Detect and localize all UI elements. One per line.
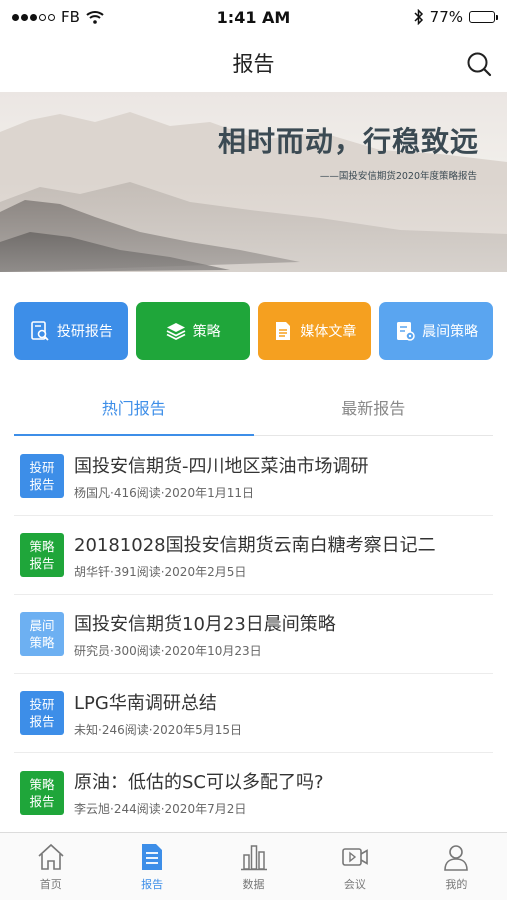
promo-banner[interactable]: 相时而动，行稳致远 ——国投安信期货2020年度策略报告 — [0, 92, 507, 272]
tabbar-reports[interactable]: 报告 — [101, 833, 202, 900]
layers-icon — [166, 323, 186, 341]
report-title: 国投安信期货-四川地区菜油市场调研 — [74, 455, 369, 477]
list-item[interactable]: 投研 报告 国投安信期货-四川地区菜油市场调研 杨国凡·416阅读·2020年1… — [14, 437, 493, 516]
search-icon[interactable] — [465, 50, 493, 78]
report-meta: 李云旭·244阅读·2020年7月2日 — [74, 802, 247, 816]
report-title: 20181028国投安信期货云南白糖考察日记二 — [74, 534, 436, 556]
tabbar-meetings[interactable]: 会议 — [304, 833, 405, 900]
badge-line: 报告 — [29, 793, 55, 809]
badge-line: 投研 — [29, 460, 55, 475]
category-label: 晨间策略 — [422, 324, 479, 340]
category-label: 投研报告 — [56, 324, 113, 340]
tabbar-data[interactable]: 数据 — [203, 833, 304, 900]
nav-bar: 报告 — [0, 34, 507, 92]
category-buttons: 投研报告 策略 媒体文章 晨间策略 — [14, 302, 493, 360]
tabbar-label: 首页 — [39, 877, 62, 891]
list-item[interactable]: 投研 报告 LPG华南调研总结 未知·246阅读·2020年5月15日 — [14, 674, 493, 753]
signal-strength-icon — [12, 13, 55, 21]
banner-title: 相时而动，行稳致远 — [217, 125, 479, 158]
status-time: 1:41 AM — [216, 7, 291, 27]
report-meta: 研究员·300阅读·2020年10月23日 — [74, 643, 262, 658]
category-label: 媒体文章 — [300, 324, 357, 340]
category-media-articles-button[interactable]: 媒体文章 — [257, 302, 372, 360]
category-morning-strategy-button[interactable]: 晨间策略 — [379, 302, 493, 360]
document-icon — [276, 322, 291, 340]
badge-line: 报告 — [29, 714, 55, 729]
bar-chart-icon — [240, 844, 267, 870]
badge-line: 策略 — [29, 635, 55, 650]
home-icon — [38, 843, 64, 870]
category-badge: 策略 报告 — [20, 533, 64, 577]
badge-line: 报告 — [29, 556, 55, 571]
search-document-icon — [31, 321, 49, 341]
tabbar-label: 我的 — [445, 877, 468, 891]
tabbar-label: 会议 — [343, 877, 366, 891]
bottom-tab-bar: 首页 报告 数据 会议 我的 — [0, 832, 507, 900]
category-badge: 投研 报告 — [20, 454, 64, 498]
category-research-report-button[interactable]: 投研报告 — [14, 302, 128, 360]
list-item[interactable]: 策略 报告 原油：低估的SC可以多配了吗? 李云旭·244阅读·2020年7月2… — [14, 753, 493, 832]
list-item[interactable]: 策略 报告 20181028国投安信期货云南白糖考察日记二 胡华钎·391阅读·… — [14, 516, 493, 595]
bluetooth-icon — [414, 9, 423, 25]
badge-line: 投研 — [29, 697, 55, 712]
status-bar: FB 1:41 AM 77% — [0, 0, 507, 34]
report-meta: 未知·246阅读·2020年5月15日 — [74, 722, 242, 737]
badge-line: 策略 — [29, 539, 55, 554]
list-item[interactable]: 晨间 策略 国投安信期货10月23日晨间策略 研究员·300阅读·2020年10… — [14, 595, 493, 674]
tab-latest-reports[interactable]: 最新报告 — [254, 378, 494, 435]
badge-line: 策略 — [29, 776, 55, 792]
user-icon — [444, 844, 469, 871]
tabbar-home[interactable]: 首页 — [0, 833, 101, 900]
battery-percent: 77% — [429, 8, 463, 26]
category-badge: 晨间 策略 — [20, 612, 64, 656]
category-badge: 投研 报告 — [20, 691, 64, 735]
report-meta: 胡华钎·391阅读·2020年2月5日 — [74, 564, 247, 579]
tabbar-profile[interactable]: 我的 — [406, 833, 507, 900]
report-icon — [142, 843, 163, 870]
carrier-label: FB — [61, 8, 80, 26]
status-left: FB — [12, 8, 192, 26]
category-strategy-button[interactable]: 策略 — [135, 302, 250, 360]
report-tabs: 热门报告 最新报告 — [14, 378, 493, 436]
report-title: LPG华南调研总结 — [74, 692, 217, 714]
status-right: 77% — [315, 8, 498, 26]
mountain-landscape-image — [0, 112, 507, 272]
tabbar-label: 数据 — [242, 877, 265, 891]
badge-line: 晨间 — [29, 618, 55, 633]
report-list: 投研 报告 国投安信期货-四川地区菜油市场调研 杨国凡·416阅读·2020年1… — [14, 437, 493, 832]
page-title: 报告 — [232, 52, 275, 76]
wifi-icon — [86, 11, 104, 24]
badge-line: 报告 — [29, 477, 55, 492]
tab-hot-reports[interactable]: 热门报告 — [14, 378, 254, 436]
report-title: 国投安信期货10月23日晨间策略 — [74, 613, 336, 635]
tabbar-label: 报告 — [141, 877, 164, 891]
video-icon — [342, 847, 368, 866]
list-document-icon — [397, 322, 415, 341]
category-label: 策略 — [192, 324, 221, 340]
category-badge: 策略 报告 — [20, 770, 64, 815]
banner-subtitle: ——国投安信期货2020年度策略报告 — [319, 171, 477, 182]
battery-icon — [469, 11, 498, 23]
report-title: 原油：低估的SC可以多配了吗? — [74, 772, 324, 793]
report-meta: 杨国凡·416阅读·2020年1月11日 — [74, 485, 254, 500]
